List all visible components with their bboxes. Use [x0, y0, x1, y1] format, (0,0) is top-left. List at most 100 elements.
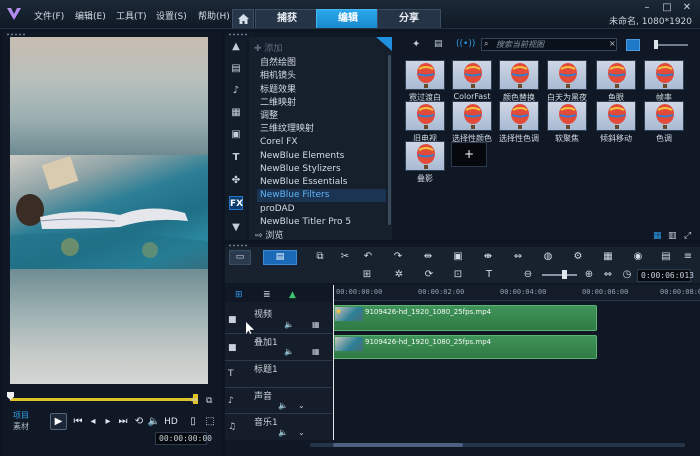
scrub-bar[interactable] — [10, 398, 196, 401]
track-name[interactable]: 视频 — [254, 307, 272, 320]
loop-icon[interactable]: ⟳ — [421, 268, 437, 282]
list-view-icon[interactable]: ▦ — [653, 231, 662, 241]
zoom-in-icon[interactable]: ⊕ — [581, 268, 597, 282]
filter-thumbnail[interactable] — [547, 101, 587, 131]
insert-icon[interactable]: ⧉ — [312, 250, 328, 264]
volume-icon[interactable]: 🔈 — [147, 415, 161, 429]
filter-thumbnail[interactable] — [644, 101, 684, 131]
track-ripple-icon[interactable]: ▦ — [312, 320, 320, 329]
scroll-down-icon[interactable]: ▼ — [229, 221, 243, 235]
motion-icon[interactable]: ⚙ — [570, 250, 586, 264]
video-clip[interactable]: 9109426-hd_1920_1080_25fps.mp4 — [333, 305, 597, 331]
menu-tools[interactable]: 工具(T) — [116, 9, 147, 22]
category-item[interactable]: proDAD — [257, 203, 386, 216]
zoom-slider[interactable] — [542, 274, 577, 276]
category-scrollbar[interactable] — [388, 55, 391, 225]
menu-file[interactable]: 文件(F) — [34, 9, 64, 22]
tab-edit[interactable]: 编辑 — [316, 9, 380, 28]
overlay-clip[interactable]: 9109426-hd_1920_1080_25fps.mp4 — [333, 335, 597, 359]
hd-toggle[interactable]: HD — [163, 415, 179, 429]
menu-edit[interactable]: 编辑(E) — [75, 9, 106, 22]
expand-icon[interactable]: ⤢ — [684, 231, 691, 241]
play-button[interactable]: ▶ — [50, 413, 67, 430]
fit-project-icon[interactable]: ⇔ — [600, 268, 616, 282]
category-item[interactable]: 三维纹理映射 — [257, 123, 386, 136]
tab-capture[interactable]: 捕获 — [255, 9, 319, 28]
preview-timecode[interactable]: 00:00:00:00 — [155, 432, 212, 445]
fullscreen-icon[interactable]: ⬚ — [203, 415, 217, 429]
timeline-timecode[interactable]: 0:00:06:013 — [637, 269, 694, 282]
track-dropdown-icon[interactable]: ⌄ — [298, 401, 305, 410]
track-name[interactable]: 标题1 — [254, 362, 278, 375]
track-ripple-icon[interactable]: ▦ — [312, 347, 320, 356]
audio-mixer-icon[interactable]: ≡ — [680, 250, 696, 264]
enlarge-icon[interactable]: ⧉ — [206, 396, 212, 406]
track-volume-icon[interactable]: 🔈 — [284, 347, 294, 356]
audio-filter-icon[interactable]: ▤ — [434, 39, 443, 49]
thumb-size-track[interactable] — [656, 44, 688, 46]
instant-project-icon[interactable]: ♪ — [229, 84, 243, 98]
timeline-scroll-thumb[interactable] — [333, 443, 463, 447]
category-item[interactable]: Corel FX — [257, 136, 386, 149]
panel-grip[interactable] — [6, 33, 26, 36]
close-button[interactable]: ✕ — [680, 2, 694, 14]
split-icon[interactable]: ✂ — [191, 396, 199, 406]
fit-icon[interactable]: ⇹ — [420, 250, 436, 264]
mode-project[interactable]: 项目 — [13, 410, 29, 421]
filter-thumbnail[interactable] — [596, 60, 636, 90]
zoom-out-icon[interactable]: ⊖ — [520, 268, 536, 282]
add-button[interactable]: ✚ 添加 — [254, 41, 282, 54]
track-volume-icon[interactable]: 🔈 — [278, 401, 288, 410]
track-volume-icon[interactable]: 🔈 — [278, 428, 288, 437]
category-item[interactable]: 相机镜头 — [257, 70, 386, 83]
media-icon[interactable]: ▤ — [229, 62, 243, 76]
category-item[interactable]: 调整 — [257, 110, 386, 123]
tab-share[interactable]: 分享 — [377, 9, 441, 28]
thumbnail-view-icon[interactable] — [626, 39, 640, 51]
stretch-icon[interactable]: ⇼ — [480, 250, 496, 264]
filter-thumbnail[interactable] — [405, 60, 445, 90]
filter-thumbnail[interactable] — [405, 101, 445, 131]
crop-icon[interactable]: ▣ — [450, 250, 466, 264]
title-icon[interactable]: T — [229, 151, 243, 165]
graphic-icon[interactable]: ▣ — [229, 128, 243, 142]
overlay-icon[interactable]: ✤ — [229, 174, 243, 188]
undo-icon[interactable]: ↶ — [360, 250, 376, 264]
preview-window[interactable] — [10, 37, 208, 384]
favorite-icon[interactable]: ✦ — [412, 39, 420, 50]
filter-thumbnail[interactable] — [452, 60, 492, 90]
browse-button[interactable]: ⇨ 浏览 — [255, 228, 283, 241]
render-icon[interactable]: ▦ — [600, 250, 616, 264]
scroll-up-icon[interactable]: ▲ — [229, 40, 243, 54]
clear-search-icon[interactable]: × — [609, 39, 616, 48]
playhead[interactable] — [333, 285, 334, 440]
add-filter-thumb[interactable]: + — [451, 142, 487, 167]
category-item[interactable]: NewBlue Essentials — [257, 176, 386, 189]
filter-fx-icon[interactable]: FX — [229, 196, 243, 210]
filter-thumbnail[interactable] — [452, 101, 492, 131]
show-all-tracks-icon[interactable]: ⊞ — [235, 290, 243, 300]
options-icon[interactable]: ▥ — [668, 231, 677, 241]
snapshot-icon[interactable]: ⊡ — [450, 268, 466, 282]
color-icon[interactable]: ◍ — [540, 250, 556, 264]
category-item[interactable]: NewBlue Stylizers — [257, 163, 386, 176]
category-item[interactable]: 二维映射 — [257, 97, 386, 110]
storyboard-view-button[interactable]: ▭ — [229, 250, 251, 265]
filter-thumbnail[interactable] — [499, 101, 539, 131]
category-item[interactable]: NewBlue Elements — [257, 150, 386, 163]
track-name[interactable]: 音乐1 — [254, 415, 278, 428]
filter-thumbnail[interactable] — [499, 60, 539, 90]
filter-thumbnail[interactable] — [547, 60, 587, 90]
thumb-size-knob[interactable] — [654, 40, 658, 49]
mask-icon[interactable]: ◉ — [630, 250, 646, 264]
minimize-button[interactable]: – — [640, 2, 654, 14]
next-frame-icon[interactable]: ▸ — [101, 415, 115, 429]
go-start-icon[interactable]: ⏮ — [71, 415, 85, 429]
home-icon[interactable] — [232, 9, 254, 28]
mode-clip[interactable]: 素材 — [13, 421, 29, 432]
search-input[interactable]: 搜索当前视图 — [481, 38, 617, 51]
phone-aspect-icon[interactable]: ▯ — [186, 415, 200, 429]
record-icon[interactable]: ✲ — [391, 268, 407, 282]
library-grip[interactable] — [228, 33, 248, 36]
maximize-button[interactable]: □ — [660, 2, 674, 14]
